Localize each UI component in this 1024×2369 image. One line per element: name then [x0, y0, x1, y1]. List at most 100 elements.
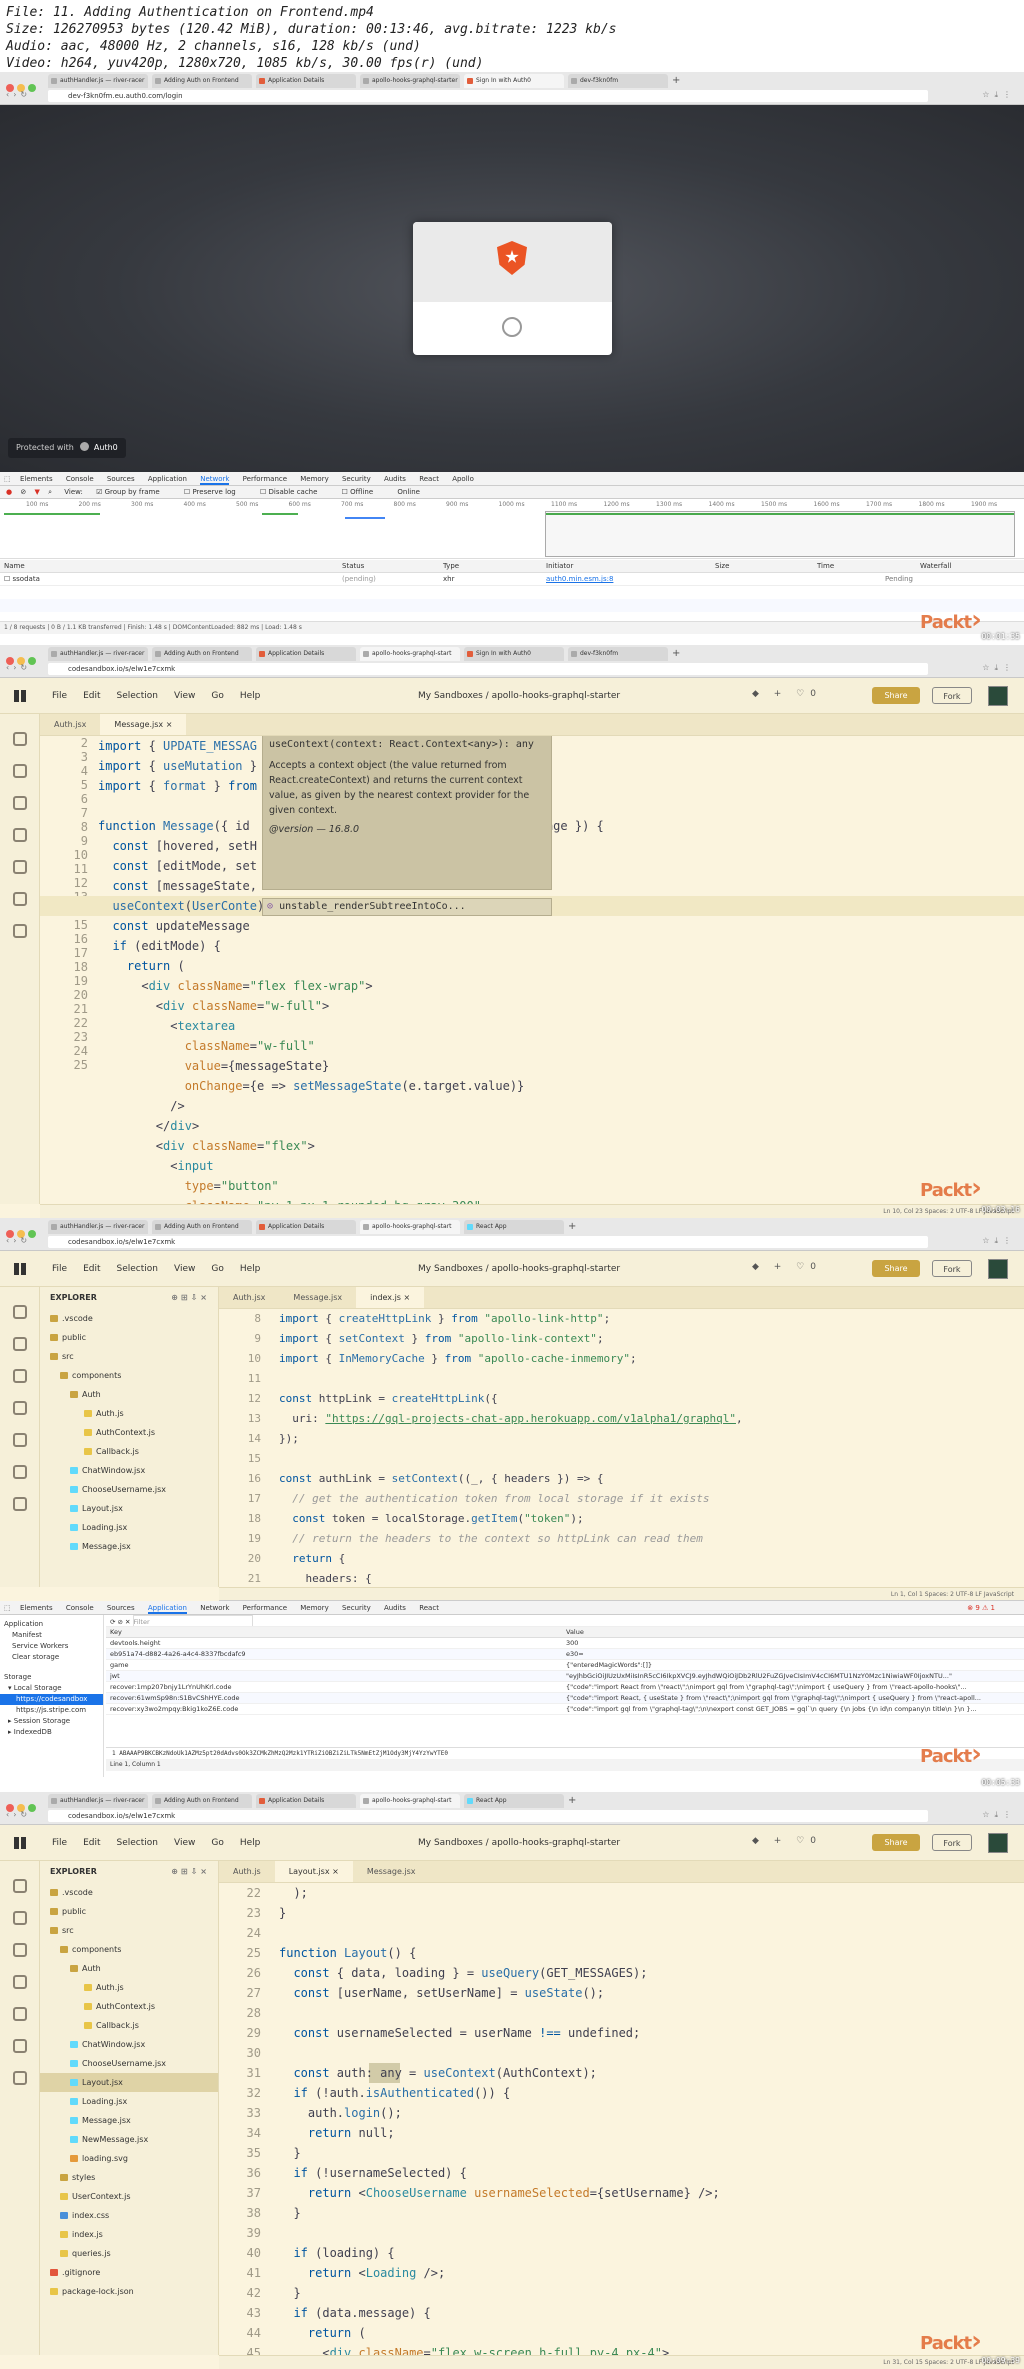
new-tab-icon[interactable]: +	[568, 1794, 576, 1808]
error-badge-icon[interactable]: ⊗ 9 ⚠ 1	[967, 1601, 995, 1615]
group-by-frame-checkbox[interactable]: ☑ Group by frame	[96, 488, 171, 496]
devtools-tab[interactable]: React	[419, 1604, 439, 1612]
file-item[interactable]: UserContext.js	[40, 2187, 218, 2206]
table-row[interactable]: recover:1mp207bnjy1LrYnUhKrl.code {"code"…	[106, 1682, 1024, 1693]
devtools-inspect-icon[interactable]: ⬚	[4, 1601, 11, 1615]
sidebar-item-codesandbox[interactable]: https://codesandbox	[0, 1694, 103, 1705]
menu-go[interactable]: Go	[211, 691, 223, 701]
live-icon[interactable]	[12, 2071, 27, 2085]
autocomplete-suggestion[interactable]: ⊙ unstable_renderSubtreeIntoCo...	[262, 898, 552, 916]
sandbox-logo-icon[interactable]	[14, 1837, 26, 1849]
share-button[interactable]: Share	[872, 1834, 920, 1851]
file-item[interactable]: loading.svg	[40, 2149, 218, 2168]
menu-view[interactable]: View	[174, 691, 195, 701]
nav-buttons-icon[interactable]: ‹›↻	[6, 1236, 31, 1245]
deploy-icon[interactable]	[12, 828, 27, 842]
close-icon[interactable]: ×	[332, 1867, 339, 1876]
header-icons[interactable]: ◆ + ♡0	[752, 1836, 822, 1846]
folder-item[interactable]: Auth	[40, 1385, 218, 1404]
devtools-tab[interactable]: Audits	[384, 475, 406, 483]
files-icon[interactable]	[12, 764, 27, 778]
browser-tab-active[interactable]: apollo-hooks-graphql-start	[360, 647, 460, 661]
table-row[interactable]: recover:xy3wo2mpqy:Bkig1koZ6E.code {"code…	[106, 1704, 1024, 1715]
sidebar-item-indexeddb[interactable]: ▸ IndexedDB	[0, 1727, 103, 1738]
browser-tab-active[interactable]: Sign In with Auth0	[464, 74, 564, 88]
devtools-tab[interactable]: Elements	[20, 1604, 53, 1612]
editor-tab-active[interactable]: Message.jsx ×	[100, 714, 187, 735]
new-tab-icon[interactable]: +	[672, 74, 680, 88]
editor-tab[interactable]: Auth.jsx	[40, 714, 100, 735]
col-key[interactable]: Key	[110, 1627, 122, 1637]
file-item[interactable]: Message.jsx	[40, 2111, 218, 2130]
editor-tab[interactable]: Message.jsx	[353, 1861, 430, 1882]
sandbox-logo-icon[interactable]	[14, 690, 26, 702]
devtools-tab[interactable]: Apollo	[452, 475, 474, 483]
nav-buttons-icon[interactable]: ‹›↻	[6, 90, 31, 99]
info-icon[interactable]	[12, 1879, 27, 1893]
table-row[interactable]: recover:61wmSp98n:S1BvCShHYE.code {"code"…	[106, 1693, 1024, 1704]
address-bar[interactable]: dev-f3kn0fm.eu.auth0.com/login	[48, 90, 928, 102]
close-icon[interactable]: ×	[404, 1293, 411, 1302]
browser-tab[interactable]: Sign In with Auth0	[464, 647, 564, 661]
file-item[interactable]: index.css	[40, 2206, 218, 2225]
menu-edit[interactable]: Edit	[83, 691, 100, 701]
col-value[interactable]: Value	[566, 1627, 584, 1637]
record-icon[interactable]: ●	[6, 488, 12, 496]
folder-item[interactable]: components	[40, 1940, 218, 1959]
devtools-tab[interactable]: React	[419, 475, 439, 483]
protected-with-badge[interactable]: Protected with Auth0	[8, 438, 126, 458]
github-icon[interactable]	[12, 1943, 27, 1957]
col-initiator[interactable]: Initiator	[546, 560, 573, 573]
table-row[interactable]: game {"enteredMagicWords":[]}	[106, 1660, 1024, 1671]
browser-tab[interactable]: authHandler.js — river-racer	[48, 1794, 148, 1808]
menu-help[interactable]: Help	[240, 691, 261, 701]
settings-icon[interactable]	[12, 2039, 27, 2053]
file-item[interactable]: AuthContext.js	[40, 1997, 218, 2016]
browser-tab[interactable]: authHandler.js — river-racer	[48, 74, 148, 88]
table-row[interactable]: jwt "eyJhbGciOiJIUzUxMiIsInR5cCI6IkpXVCJ9…	[106, 1671, 1024, 1682]
file-item[interactable]: Auth.js	[40, 1978, 218, 1997]
browser-tab[interactable]: dev-f3kn0fm	[568, 647, 668, 661]
file-item[interactable]: index.js	[40, 2225, 218, 2244]
info-icon[interactable]	[12, 1305, 27, 1319]
server-icon[interactable]	[12, 2007, 27, 2021]
nav-buttons-icon[interactable]: ‹›↻	[6, 663, 31, 672]
devtools-tab[interactable]: Security	[342, 475, 371, 483]
file-item[interactable]: ChooseUsername.jsx	[40, 2054, 218, 2073]
col-type[interactable]: Type	[443, 560, 459, 573]
col-waterfall[interactable]: Waterfall	[920, 560, 951, 573]
devtools-tab[interactable]: Memory	[300, 475, 328, 483]
editor-tab[interactable]: Auth.js	[219, 1861, 275, 1882]
menu-view[interactable]: View	[174, 1838, 195, 1848]
close-icon[interactable]: ×	[166, 720, 173, 729]
files-icon[interactable]	[12, 1337, 27, 1351]
avatar[interactable]	[988, 1259, 1008, 1279]
menu-help[interactable]: Help	[240, 1264, 261, 1274]
file-item[interactable]: Auth.js	[40, 1404, 218, 1423]
settings-icon[interactable]	[12, 892, 27, 906]
fork-button[interactable]: Fork	[932, 1834, 972, 1851]
offline-checkbox[interactable]: ☐ Offline	[342, 488, 384, 496]
devtools-tab[interactable]: Console	[66, 1604, 94, 1612]
menu-selection[interactable]: Selection	[117, 1838, 158, 1848]
share-button[interactable]: Share	[872, 687, 920, 704]
header-icons[interactable]: ◆ + ♡0	[752, 1262, 822, 1272]
col-name[interactable]: Name	[4, 560, 25, 573]
folder-item[interactable]: public	[40, 1328, 218, 1347]
table-row[interactable]: devtools.height 300	[106, 1638, 1024, 1649]
table-row[interactable]: eb951a74-d882-4a26-a4c4-8337fbcdafc9 e30=	[106, 1649, 1024, 1660]
col-status[interactable]: Status	[342, 560, 364, 573]
browser-actions-icon[interactable]: ☆⤓⋮	[982, 1810, 1016, 1820]
filter-icon[interactable]: ▼	[34, 488, 39, 496]
devtools-tab[interactable]: Console	[66, 475, 94, 483]
server-icon[interactable]	[12, 1433, 27, 1447]
preserve-log-checkbox[interactable]: ☐ Preserve log	[184, 488, 247, 496]
address-bar[interactable]: codesandbox.io/s/elw1e7cxmk	[48, 1810, 928, 1822]
col-time[interactable]: Time	[817, 560, 834, 573]
search-icon[interactable]: ⌕	[48, 488, 52, 496]
github-icon[interactable]	[12, 796, 27, 810]
col-size[interactable]: Size	[715, 560, 729, 573]
browser-actions-icon[interactable]: ☆⤓⋮	[982, 663, 1016, 673]
browser-tab[interactable]: Adding Auth on Frontend	[152, 74, 252, 88]
menu-selection[interactable]: Selection	[117, 691, 158, 701]
